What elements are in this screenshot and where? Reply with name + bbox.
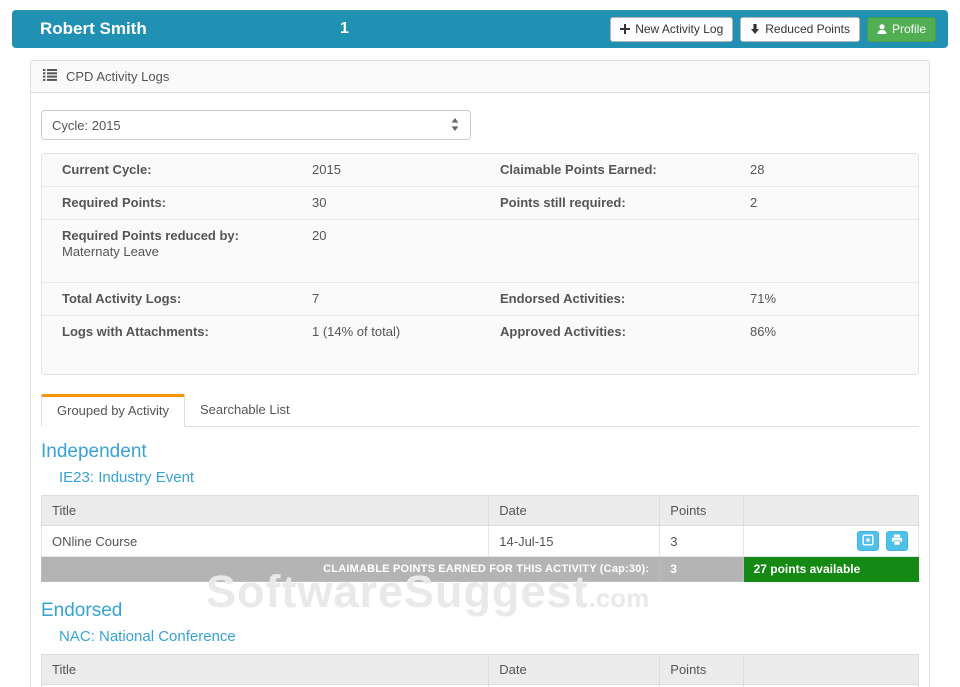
summary-right-column: Claimable Points Earned: 28 Points still… bbox=[480, 154, 918, 348]
cycle-select-value: Cycle: 2015 bbox=[52, 117, 121, 133]
summary-value: 1 (14% of total) bbox=[312, 324, 401, 339]
select-updown-icon bbox=[451, 118, 459, 134]
summary-row: Current Cycle: 2015 bbox=[42, 154, 480, 186]
summary-row: Points still required: 2 bbox=[480, 186, 918, 219]
reduced-points-label: Reduced Points bbox=[765, 21, 850, 36]
header-actions: New Activity Log Reduced Points Profile bbox=[610, 16, 936, 42]
table-header-row: Title Date Points bbox=[40, 654, 920, 685]
summary-row: Approved Activities: 86% bbox=[480, 315, 918, 348]
log-actions bbox=[742, 525, 920, 557]
user-icon bbox=[877, 24, 887, 34]
summary-left-column: Current Cycle: 2015 Required Points: 30 … bbox=[42, 154, 480, 348]
activity-title-national-conference: NAC: National Conference bbox=[59, 628, 236, 645]
group-title-endorsed: Endorsed bbox=[41, 600, 123, 621]
profile-label: Profile bbox=[891, 21, 926, 36]
summary-row: Required Points: 30 bbox=[42, 186, 480, 219]
log-points: 3 bbox=[659, 525, 744, 557]
cpd-activity-logs-panel: CPD Activity Logs Cycle: 2015 Current Cy… bbox=[30, 60, 930, 687]
activity-log-table: Title Date Points ONline Course 14-Jul-1… bbox=[40, 495, 920, 582]
summary-value: 2 bbox=[750, 195, 758, 210]
log-date: 14-Jul-15 bbox=[488, 525, 661, 557]
reduced-points-button[interactable]: Reduced Points bbox=[740, 16, 860, 42]
summary-value: 20 bbox=[312, 228, 327, 243]
panel-header: CPD Activity Logs bbox=[31, 61, 929, 93]
claimable-points-summary-row: CLAIMABLE POINTS EARNED FOR THIS ACTIVIT… bbox=[40, 556, 920, 582]
new-activity-log-label: New Activity Log bbox=[635, 21, 724, 36]
summary-label: Logs with Attachments: bbox=[62, 324, 209, 339]
view-tabs: Grouped by Activity Searchable List bbox=[41, 394, 919, 427]
claimable-points-value: 3 bbox=[659, 556, 744, 582]
summary-row: Endorsed Activities: 71% bbox=[480, 282, 918, 315]
summary-label: Claimable Points Earned: bbox=[500, 162, 657, 177]
summary-value: 2015 bbox=[312, 162, 341, 177]
print-icon bbox=[891, 534, 903, 549]
activity-title-industry-event: IE23: Industry Event bbox=[59, 469, 195, 486]
group-title-independent: Independent bbox=[41, 441, 147, 462]
view-log-button[interactable] bbox=[857, 531, 880, 551]
summary-row: Claimable Points Earned: 28 bbox=[480, 154, 918, 186]
panel-body: Cycle: 2015 Current Cycle: 2015 Required… bbox=[31, 93, 929, 687]
print-log-button[interactable] bbox=[886, 531, 908, 551]
cycle-summary-box: Current Cycle: 2015 Required Points: 30 … bbox=[41, 153, 919, 375]
column-header-date: Date bbox=[488, 654, 661, 685]
summary-value: 86% bbox=[750, 324, 777, 339]
summary-label: Required Points: bbox=[62, 195, 167, 210]
summary-label: Required Points reduced by: Maternaty Lea… bbox=[62, 228, 312, 260]
member-count: 1 bbox=[340, 20, 349, 37]
summary-value: 28 bbox=[750, 162, 765, 177]
summary-label: Approved Activities: bbox=[500, 324, 626, 339]
summary-label: Current Cycle: bbox=[62, 162, 152, 177]
summary-value: 30 bbox=[312, 195, 327, 210]
new-activity-log-button[interactable]: New Activity Log bbox=[610, 16, 734, 42]
cycle-select[interactable]: Cycle: 2015 bbox=[41, 110, 471, 140]
column-header-points: Points bbox=[659, 654, 744, 685]
column-header-title: Title bbox=[40, 495, 490, 526]
down-arrow-icon bbox=[750, 24, 760, 34]
column-header-date: Date bbox=[488, 495, 661, 526]
summary-row: Logs with Attachments: 1 (14% of total) bbox=[42, 315, 480, 348]
list-icon bbox=[43, 69, 57, 84]
points-available-badge: 27 points available bbox=[742, 556, 920, 582]
summary-row: Total Activity Logs: 7 bbox=[42, 282, 480, 315]
summary-label: Points still required: bbox=[500, 195, 626, 210]
save-icon bbox=[862, 534, 874, 549]
tab-grouped-by-activity[interactable]: Grouped by Activity bbox=[41, 394, 185, 427]
column-header-title: Title bbox=[40, 654, 490, 685]
activity-log-table: Title Date Points Melbourne Conference 0… bbox=[40, 654, 920, 687]
column-header-actions bbox=[742, 654, 920, 685]
column-header-points: Points bbox=[659, 495, 744, 526]
summary-value: 71% bbox=[750, 291, 777, 306]
plus-icon bbox=[620, 24, 631, 34]
summary-value: 7 bbox=[312, 291, 320, 306]
summary-row-spacer bbox=[480, 219, 918, 282]
member-name: Robert Smith bbox=[40, 19, 147, 38]
tab-searchable-list[interactable]: Searchable List bbox=[185, 394, 305, 426]
panel-title: CPD Activity Logs bbox=[66, 69, 170, 84]
summary-sublabel: Maternaty Leave bbox=[62, 244, 159, 259]
summary-label: Endorsed Activities: bbox=[500, 291, 626, 306]
member-header-bar: Robert Smith 1 New Activity Log Reduced … bbox=[12, 10, 948, 48]
table-header-row: Title Date Points bbox=[40, 495, 920, 526]
log-title: ONline Course bbox=[40, 525, 490, 557]
summary-label: Total Activity Logs: bbox=[62, 291, 182, 306]
column-header-actions bbox=[742, 495, 920, 526]
claimable-points-label: CLAIMABLE POINTS EARNED FOR THIS ACTIVIT… bbox=[40, 556, 661, 582]
profile-button[interactable]: Profile bbox=[866, 16, 936, 42]
summary-row: Required Points reduced by: Maternaty Lea… bbox=[42, 219, 480, 282]
table-row: ONline Course 14-Jul-15 3 bbox=[40, 525, 920, 557]
page: Robert Smith 1 New Activity Log Reduced … bbox=[0, 0, 960, 687]
